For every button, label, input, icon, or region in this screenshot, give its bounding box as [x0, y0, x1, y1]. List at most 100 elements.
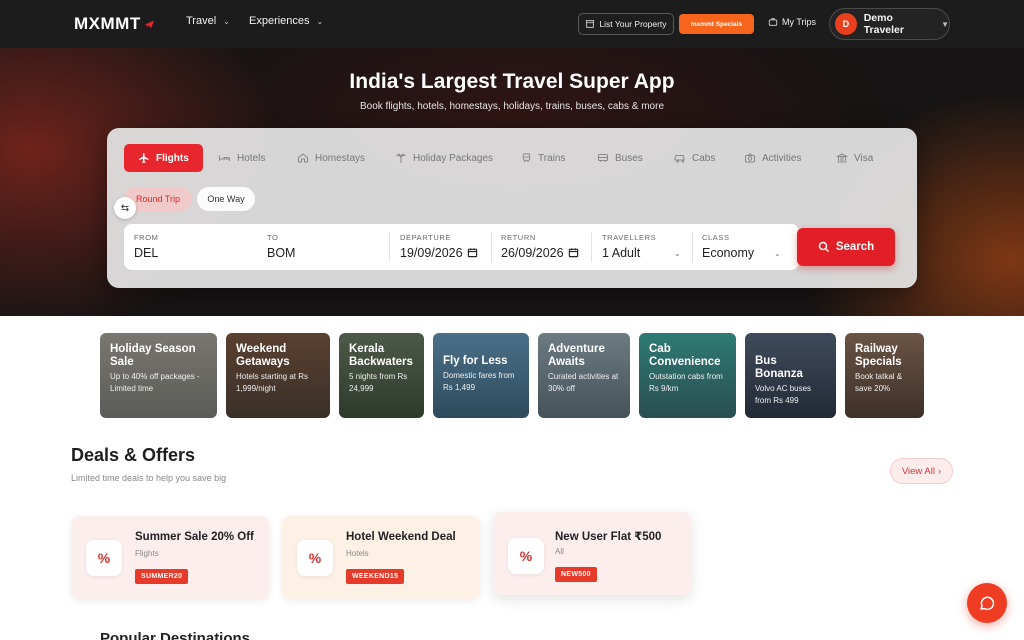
return-value[interactable]: 26/09/2026 [501, 246, 567, 260]
promo-title: Fly for Less [443, 355, 508, 367]
search-icon [818, 241, 829, 253]
deal-card-hotel-weekend[interactable]: % Hotel Weekend Deal Hotels WEEKEND15 [282, 516, 480, 599]
tab-holiday-packages[interactable]: Holiday Packages [395, 144, 493, 172]
tab-activities[interactable]: Activities [744, 144, 801, 172]
nav-travel-menu[interactable]: Travel ⌄ [186, 15, 230, 27]
deal-code[interactable]: NEW500 [555, 567, 597, 582]
calendar-icon[interactable] [467, 247, 478, 258]
promo-subtitle: Curated activities at 30% off [548, 372, 619, 393]
from-value[interactable]: DEL [134, 246, 158, 260]
tab-flights[interactable]: Flights [124, 144, 203, 172]
travellers-field[interactable]: TRAVELLERS 1 Adult ⌄ [602, 224, 687, 270]
palm-icon [396, 153, 406, 163]
bank-icon [836, 153, 848, 163]
promo-weekend-getaways[interactable]: Weekend Getaways Hotels starting at Rs 1… [226, 333, 330, 418]
tab-label: Activities [762, 152, 802, 164]
deal-title: Summer Sale 20% Off [135, 531, 254, 543]
chevron-down-icon: ⌄ [774, 249, 781, 258]
deal-card-new-user[interactable]: % New User Flat ₹500 All NEW500 [493, 512, 691, 595]
briefcase-icon [768, 18, 778, 26]
promo-subtitle: Hotels starting at Rs 1,999/night [236, 372, 309, 393]
promo-bus-bonanza[interactable]: Bus Bonanza Volvo AC buses from Rs 499 [745, 333, 836, 418]
deal-category: All [555, 547, 564, 556]
promo-holiday-season[interactable]: Holiday Season Sale Up to 40% off packag… [100, 333, 217, 418]
tab-visa[interactable]: Visa [836, 144, 873, 172]
deal-code[interactable]: WEEKEND15 [346, 569, 405, 584]
percent-icon: % [86, 540, 122, 576]
travellers-value[interactable]: 1 Adult [602, 246, 640, 260]
from-field[interactable]: FROM DEL [134, 224, 254, 270]
promo-railway-specials[interactable]: Railway Specials Book tatkal & save 20% [845, 333, 924, 418]
nav-travel-label: Travel [186, 15, 217, 27]
chat-icon [980, 596, 995, 610]
calendar-icon[interactable] [568, 247, 579, 258]
tab-label: Holiday Packages [413, 152, 494, 164]
deal-code[interactable]: SUMMER20 [135, 569, 189, 584]
brand-logo[interactable]: MXMMT [74, 14, 155, 34]
promo-kerala-backwaters[interactable]: Kerala Backwaters 5 nights from Rs 24,99… [339, 333, 424, 418]
promo-fly-for-less[interactable]: Fly for Less Domestic fares from Rs 1,49… [433, 333, 529, 418]
logo-text: MXMMT [74, 14, 141, 33]
search-card: Flights Hotels Homestays Holiday Package… [107, 128, 917, 288]
to-value[interactable]: BOM [267, 246, 295, 260]
deals-subtitle: Limited time deals to help you save big [71, 473, 227, 483]
departure-field[interactable]: DEPARTURE 19/09/2026 [400, 224, 490, 270]
list-property-button[interactable]: List Your Property [578, 13, 674, 35]
percent-icon: % [297, 540, 333, 576]
divider [389, 232, 390, 262]
home-icon [298, 153, 308, 163]
swap-icon[interactable]: ⇆ [114, 197, 136, 219]
specials-label: mxmmt Specials [690, 20, 743, 28]
return-label: RETURN [501, 233, 536, 242]
hero-title: India's Largest Travel Super App [349, 70, 675, 93]
promo-title: Holiday Season Sale [110, 343, 196, 368]
return-field[interactable]: RETURN 26/09/2026 [501, 224, 591, 270]
tab-label: Homestays [315, 152, 366, 164]
plane-icon [139, 153, 149, 163]
tab-label: Cabs [692, 152, 716, 164]
nav-experiences-label: Experiences [249, 15, 310, 27]
tab-buses[interactable]: Buses [597, 144, 643, 172]
tab-label: Trains [538, 152, 566, 164]
to-field[interactable]: TO BOM [267, 224, 382, 270]
deal-category: Hotels [346, 549, 369, 558]
tab-cabs[interactable]: Cabs [673, 144, 715, 172]
tab-label: Visa [854, 152, 874, 164]
class-field[interactable]: CLASS Economy ⌄ [702, 224, 787, 270]
view-all-button[interactable]: View All › [890, 458, 953, 484]
tab-homestays[interactable]: Homestays [297, 144, 365, 172]
search-button[interactable]: Search [797, 228, 895, 266]
percent-icon: % [508, 538, 544, 574]
promo-adventure-awaits[interactable]: Adventure Awaits Curated activities at 3… [538, 333, 630, 418]
chevron-down-icon: ⌄ [316, 16, 324, 26]
class-label: CLASS [702, 233, 730, 242]
tab-label: Flights [156, 152, 189, 164]
chevron-down-icon: ⌄ [674, 249, 681, 258]
promo-subtitle: 5 nights from Rs 24,999 [349, 372, 408, 393]
my-trips-link[interactable]: My Trips [768, 17, 816, 27]
specials-button[interactable]: mxmmt Specials [679, 14, 754, 34]
nav-experiences-menu[interactable]: Experiences ⌄ [249, 15, 323, 27]
chat-button[interactable] [967, 583, 1007, 623]
promo-title: Kerala Backwaters [349, 343, 413, 368]
promo-subtitle: Volvo AC buses from Rs 499 [755, 384, 812, 405]
bus-icon [598, 154, 608, 162]
tab-hotels[interactable]: Hotels [218, 144, 265, 172]
deal-title: New User Flat ₹500 [555, 531, 662, 543]
class-value[interactable]: Economy [702, 246, 754, 260]
promo-title: Cab Convenience [649, 343, 721, 368]
deal-card-summer[interactable]: % Summer Sale 20% Off Flights SUMMER20 [71, 516, 269, 599]
one-way-toggle[interactable]: One Way [197, 187, 255, 211]
promo-subtitle: Book tatkal & save 20% [855, 372, 903, 393]
user-name: Demo Traveler [863, 12, 904, 36]
promo-title: Railway Specials [855, 343, 902, 368]
promo-cab-convenience[interactable]: Cab Convenience Outstation cabs from Rs … [639, 333, 736, 418]
my-trips-label: My Trips [782, 17, 817, 27]
bed-icon [219, 155, 230, 161]
departure-value[interactable]: 19/09/2026 [400, 246, 466, 260]
to-label: TO [267, 233, 279, 242]
popular-destinations-title: Popular Destinations [100, 630, 251, 640]
promo-subtitle: Domestic fares from Rs 1,499 [443, 371, 515, 392]
tab-trains[interactable]: Trains [521, 144, 565, 172]
user-menu[interactable]: D Demo Traveler ▼ [829, 8, 950, 40]
